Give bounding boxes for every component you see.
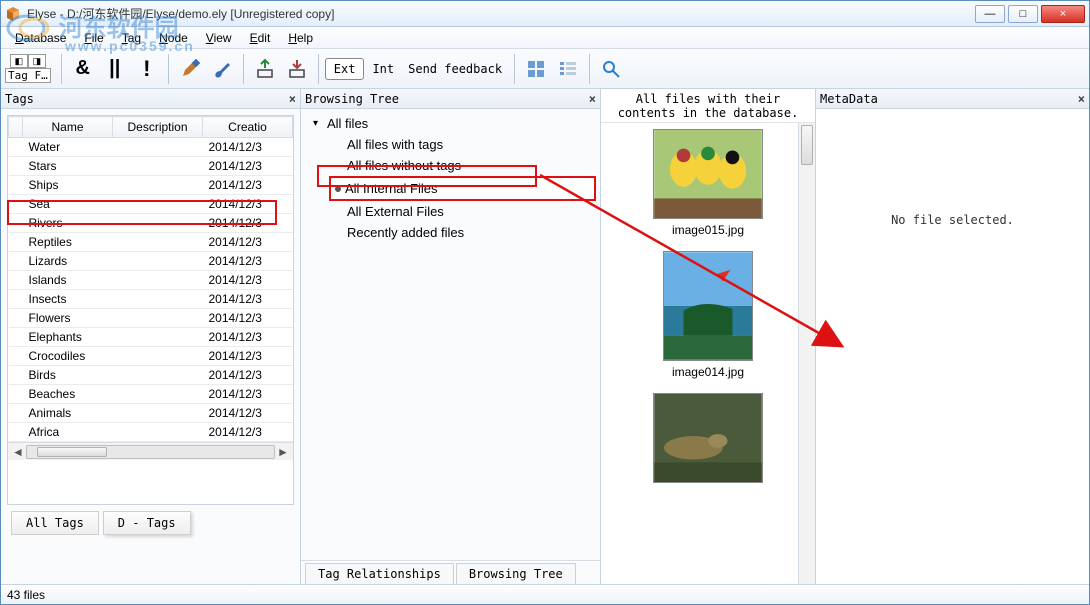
tab-tag-relationships[interactable]: Tag Relationships bbox=[305, 563, 454, 584]
titlebar: Elyse - D:/河东软件园/Elyse/demo.ely [Unregis… bbox=[1, 1, 1089, 27]
metadata-panel: MetaData × No file selected. bbox=[816, 89, 1089, 584]
filter-cell-b[interactable]: ◨ bbox=[28, 54, 46, 68]
not-operator-button[interactable]: ! bbox=[132, 53, 162, 85]
menu-file[interactable]: File bbox=[76, 29, 111, 47]
breadcrumb: All files with their contents in the dat… bbox=[601, 89, 815, 123]
tree-item[interactable]: All files without tags bbox=[329, 155, 596, 176]
filter-cell-a[interactable]: ◧ bbox=[10, 54, 28, 68]
statusbar: 43 files bbox=[1, 584, 1089, 604]
table-row[interactable]: Islands2014/12/3 bbox=[9, 271, 293, 290]
thumb-image015[interactable] bbox=[653, 129, 763, 219]
tree-panel-close[interactable]: × bbox=[589, 92, 596, 106]
thumb-image014[interactable] bbox=[663, 251, 753, 361]
tags-panel-title: Tags bbox=[5, 92, 34, 106]
thumb-label: image014.jpg bbox=[672, 365, 744, 379]
tab-all-tags[interactable]: All Tags bbox=[11, 511, 99, 535]
brush-icon[interactable] bbox=[207, 53, 237, 85]
thumb-vscrollbar[interactable] bbox=[798, 123, 815, 584]
menu-node[interactable]: Node bbox=[151, 29, 196, 47]
view-list-icon[interactable] bbox=[553, 53, 583, 85]
menubar: Database File Tag Node View Edit Help bbox=[1, 27, 1089, 49]
col-creation[interactable]: Creatio bbox=[203, 117, 293, 138]
menu-view[interactable]: View bbox=[198, 29, 240, 47]
table-row[interactable]: Rivers2014/12/3 bbox=[9, 214, 293, 233]
menu-help[interactable]: Help bbox=[280, 29, 321, 47]
table-row[interactable]: Sea2014/12/3 bbox=[9, 195, 293, 214]
search-icon[interactable] bbox=[596, 53, 626, 85]
tree-item[interactable]: All Internal Files bbox=[329, 176, 596, 201]
meta-panel-title: MetaData bbox=[820, 92, 878, 106]
or-operator-button[interactable]: || bbox=[100, 53, 130, 85]
meta-panel-close[interactable]: × bbox=[1078, 92, 1085, 106]
tags-table[interactable]: Name Description Creatio Water2014/12/3S… bbox=[8, 116, 293, 442]
collapse-arrow-icon[interactable]: ▾ bbox=[313, 118, 323, 129]
ext-button[interactable]: Ext bbox=[325, 58, 365, 80]
col-name[interactable]: Name bbox=[23, 117, 113, 138]
toolbar: ◧ ◨ Tag F… & || ! Ext Int Send feedback bbox=[1, 49, 1089, 89]
thumb-item[interactable]: image015.jpg bbox=[653, 129, 763, 237]
table-row[interactable]: Animals2014/12/3 bbox=[9, 404, 293, 423]
table-row[interactable]: Lizards2014/12/3 bbox=[9, 252, 293, 271]
send-feedback-button[interactable]: Send feedback bbox=[402, 60, 508, 78]
thumb-item[interactable]: image014.jpg bbox=[663, 251, 753, 379]
table-row[interactable]: Insects2014/12/3 bbox=[9, 290, 293, 309]
table-row[interactable]: Flowers2014/12/3 bbox=[9, 309, 293, 328]
tab-browsing-tree[interactable]: Browsing Tree bbox=[456, 563, 576, 584]
table-row[interactable]: Elephants2014/12/3 bbox=[9, 328, 293, 347]
and-operator-button[interactable]: & bbox=[68, 53, 98, 85]
browsing-tree-panel: Browsing Tree × ▾ All files All files wi… bbox=[301, 89, 601, 584]
table-row[interactable]: Reptiles2014/12/3 bbox=[9, 233, 293, 252]
import-icon[interactable] bbox=[250, 53, 280, 85]
col-description[interactable]: Description bbox=[113, 117, 203, 138]
close-button[interactable]: × bbox=[1041, 5, 1085, 23]
menu-tag[interactable]: Tag bbox=[114, 29, 149, 47]
app-icon bbox=[5, 6, 21, 22]
tree-root[interactable]: ▾ All files bbox=[309, 113, 596, 134]
scroll-left-arrow[interactable]: ◄ bbox=[10, 445, 26, 459]
table-row[interactable]: Water2014/12/3 bbox=[9, 138, 293, 157]
thumb-item[interactable] bbox=[653, 393, 763, 487]
tag-filter-group[interactable]: ◧ ◨ Tag F… bbox=[5, 54, 51, 83]
table-row[interactable]: Stars2014/12/3 bbox=[9, 157, 293, 176]
view-thumb-icon[interactable] bbox=[521, 53, 551, 85]
pencil-icon[interactable] bbox=[175, 53, 205, 85]
thumbnails-panel: All files with their contents in the dat… bbox=[601, 89, 816, 584]
tree-item[interactable]: Recently added files bbox=[329, 222, 596, 243]
table-row[interactable]: Crocodiles2014/12/3 bbox=[9, 347, 293, 366]
menu-database[interactable]: Database bbox=[7, 29, 74, 47]
tree-item[interactable]: All External Files bbox=[329, 201, 596, 222]
bullet-icon bbox=[335, 186, 341, 192]
tree-panel-title: Browsing Tree bbox=[305, 92, 399, 106]
minimize-button[interactable]: — bbox=[975, 5, 1005, 23]
tags-hscrollbar[interactable]: ◄ ► bbox=[8, 442, 293, 460]
table-row[interactable]: Africa2014/12/3 bbox=[9, 423, 293, 442]
scroll-thumb[interactable] bbox=[37, 447, 107, 457]
tree-item[interactable]: All files with tags bbox=[329, 134, 596, 155]
table-row[interactable]: Birds2014/12/3 bbox=[9, 366, 293, 385]
tags-panel-close[interactable]: × bbox=[289, 92, 296, 106]
tag-filter-label: Tag F… bbox=[5, 68, 51, 83]
scroll-right-arrow[interactable]: ► bbox=[275, 445, 291, 459]
thumb-image-lizard[interactable] bbox=[653, 393, 763, 483]
int-button[interactable]: Int bbox=[366, 60, 400, 78]
table-row[interactable]: Beaches2014/12/3 bbox=[9, 385, 293, 404]
table-row[interactable]: Ships2014/12/3 bbox=[9, 176, 293, 195]
window-title: Elyse - D:/河东软件园/Elyse/demo.ely [Unregis… bbox=[27, 5, 975, 22]
export-icon[interactable] bbox=[282, 53, 312, 85]
thumb-label: image015.jpg bbox=[672, 223, 744, 237]
tags-panel: Tags × Name Description Creatio Water201… bbox=[1, 89, 301, 584]
status-text: 43 files bbox=[7, 588, 45, 602]
menu-edit[interactable]: Edit bbox=[242, 29, 279, 47]
tab-d-tags[interactable]: D - Tags bbox=[103, 511, 191, 535]
meta-empty-text: No file selected. bbox=[891, 213, 1014, 227]
maximize-button[interactable]: □ bbox=[1008, 5, 1038, 23]
